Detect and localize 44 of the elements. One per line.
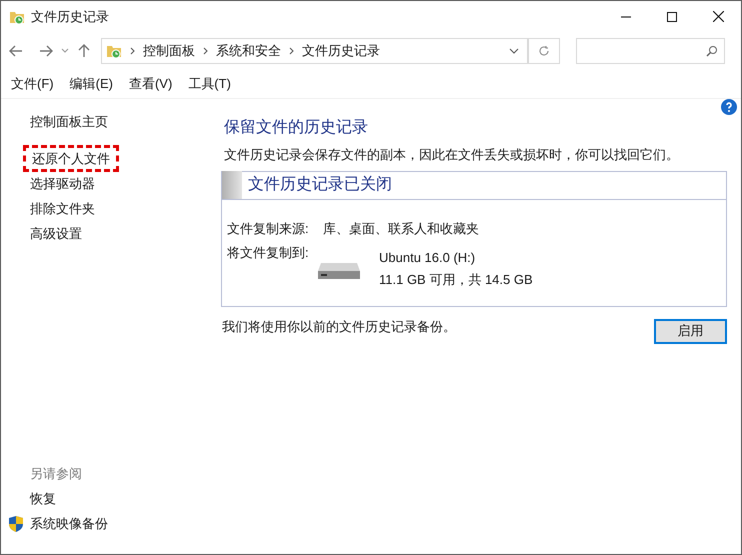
refresh-icon <box>538 45 550 57</box>
description-text: 文件历史记录会保存文件的副本，因此在文件丢失或损坏时，你可以找回它们。 <box>224 146 680 164</box>
menu-item[interactable]: 编辑(E) <box>62 74 121 94</box>
window-title: 文件历史记录 <box>31 8 109 26</box>
forward-arrow-icon[interactable] <box>39 44 53 58</box>
up-arrow-icon[interactable] <box>77 44 91 58</box>
enable-button[interactable]: 启用 <box>654 318 727 344</box>
sidebar-link[interactable]: 排除文件夹 <box>30 198 95 218</box>
chevron-right-icon <box>130 47 135 55</box>
drive-space: 11.1 GB 可用，共 14.5 GB <box>379 270 533 288</box>
panel-heading: 文件历史记录已关闭 <box>248 174 392 195</box>
back-arrow-icon[interactable] <box>9 44 23 58</box>
sidebar-link[interactable]: 系统映像备份 <box>30 514 108 534</box>
menu-item[interactable]: 文件(F) <box>3 74 62 94</box>
breadcrumb[interactable]: 控制面板 <box>143 41 195 61</box>
note-text: 我们将使用你以前的文件历史记录备份。 <box>222 318 456 336</box>
menu-item[interactable]: 工具(T) <box>180 74 239 94</box>
field-value: 库、桌面、联系人和收藏夹 <box>323 220 479 238</box>
close-icon <box>712 11 724 22</box>
sidebar-link[interactable]: 控制面板主页 <box>30 112 108 132</box>
section-heading: 另请参阅 <box>30 465 83 483</box>
sidebar-link[interactable]: 选择驱动器 <box>30 174 95 194</box>
sidebar-link[interactable]: 高级设置 <box>30 224 82 244</box>
status-indicator <box>222 171 242 199</box>
address-bar[interactable]: 控制面板 系统和安全 文件历史记录 <box>101 38 528 64</box>
menu-item[interactable]: 查看(V) <box>120 74 180 94</box>
field-label: 文件复制来源: <box>227 220 310 238</box>
field-label: 将文件复制到: <box>227 244 310 262</box>
page-title: 保留文件的历史记录 <box>224 118 369 138</box>
sidebar-link[interactable]: 恢复 <box>30 488 56 508</box>
chevron-down-icon[interactable] <box>509 46 519 56</box>
chevron-right-icon <box>203 47 208 55</box>
folder-clock-icon <box>106 43 122 59</box>
breadcrumb[interactable]: 文件历史记录 <box>302 41 380 61</box>
chevron-right-icon <box>289 47 294 55</box>
help-icon[interactable] <box>721 99 737 115</box>
search-field[interactable] <box>576 38 725 64</box>
sidebar-link[interactable]: 还原个人文件 <box>23 144 119 172</box>
search-icon <box>706 45 718 57</box>
drive-name: Ubuntu 16.0 (H:) <box>379 249 476 267</box>
breadcrumb[interactable]: 系统和安全 <box>216 41 281 61</box>
refresh-button[interactable] <box>528 38 560 64</box>
maximize-icon <box>667 12 677 22</box>
shield-icon <box>9 516 23 532</box>
